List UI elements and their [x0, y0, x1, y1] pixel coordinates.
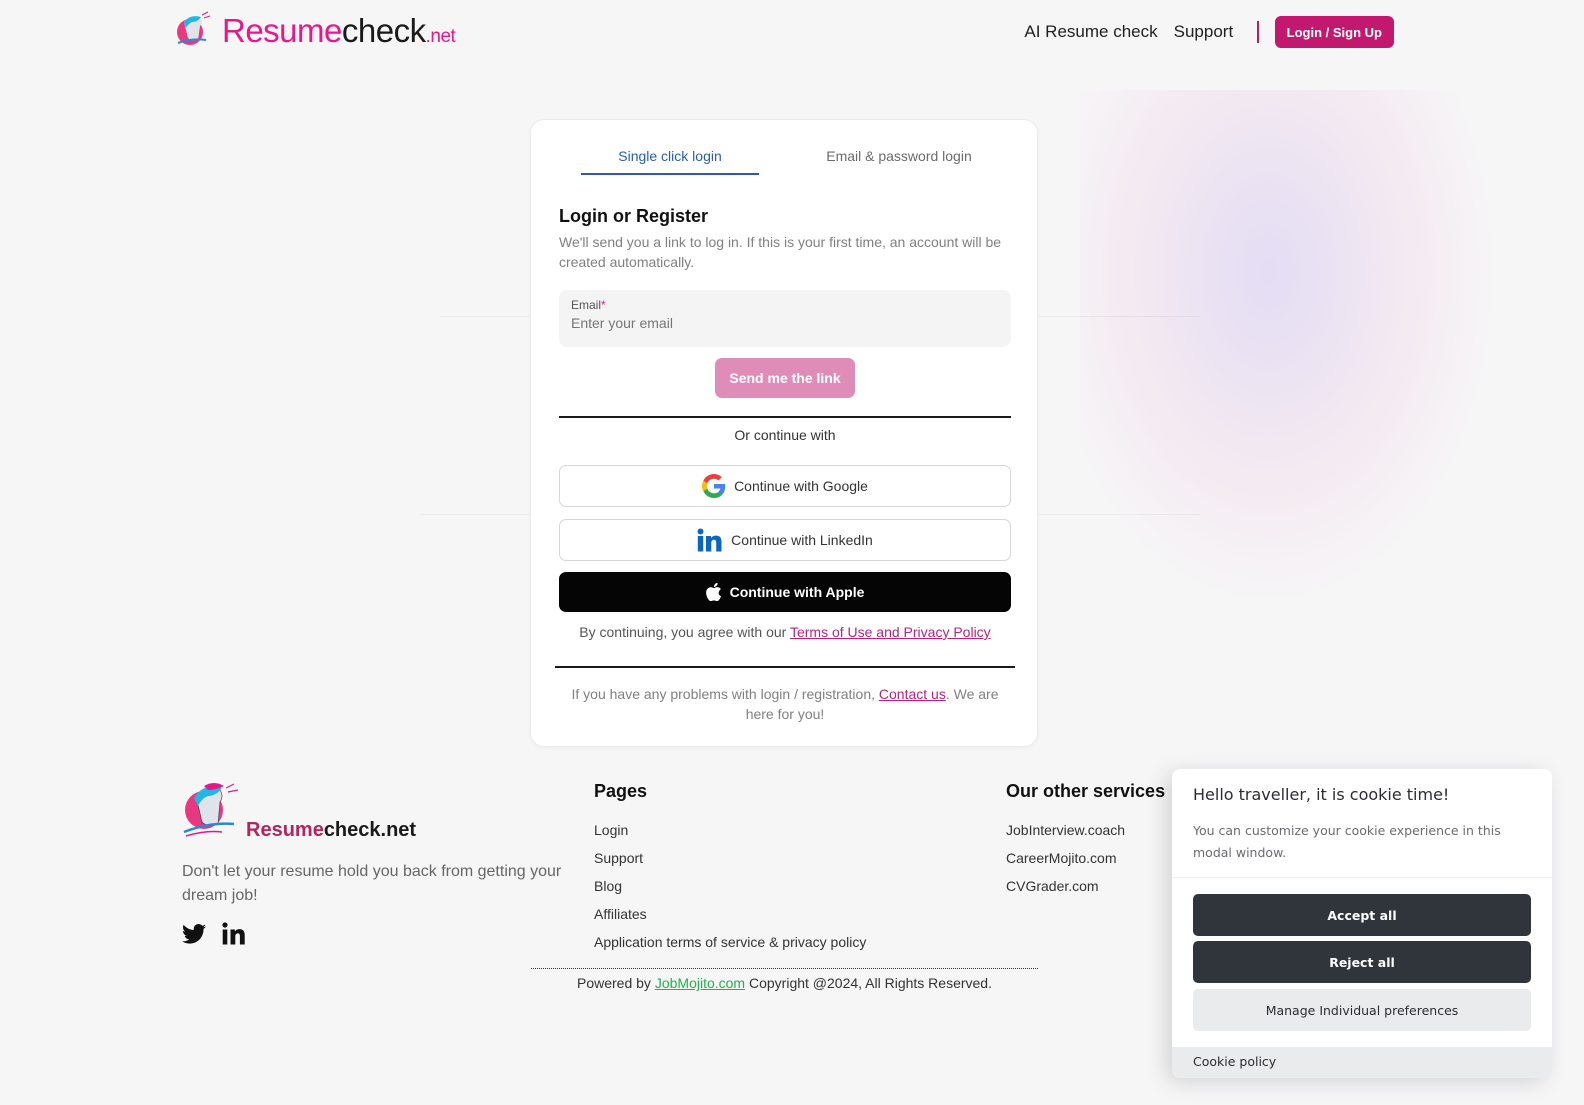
footer-link-login[interactable]: Login — [594, 822, 866, 838]
copyright: Powered by JobMojito.com Copyright @2024… — [577, 975, 992, 991]
card-intro: We'll send you a link to log in. If this… — [559, 234, 1002, 270]
google-login-button[interactable]: Continue with Google — [559, 465, 1011, 507]
required-mark: * — [601, 298, 606, 312]
divider — [555, 666, 1015, 668]
background-gradient — [1080, 90, 1500, 610]
logo-avatar-icon — [177, 11, 211, 45]
footer-services-title: Our other services — [1006, 781, 1166, 801]
tab-single-click-login[interactable]: Single click login — [581, 148, 759, 175]
email-input[interactable] — [571, 315, 999, 331]
site-header: Resumecheck.net AI Resume check Support … — [0, 0, 1584, 64]
footer-brand: Resumecheck.net Don't let your resume ho… — [182, 780, 562, 946]
twitter-icon[interactable] — [182, 924, 206, 944]
divider — [559, 416, 1011, 418]
footer-link-support[interactable]: Support — [594, 850, 866, 866]
nav-ai-resume-check[interactable]: AI Resume check — [1024, 22, 1157, 42]
footer-pages: Pages Login Support Blog Affiliates Appl… — [594, 781, 866, 962]
cookie-policy-link[interactable]: Cookie policy — [1172, 1047, 1552, 1078]
email-field: Email* — [559, 290, 1011, 347]
cookie-title: Hello traveller, it is cookie time! — [1193, 785, 1450, 804]
contact-us-link[interactable]: Contact us — [879, 686, 946, 702]
footer-logo-avatar-icon — [183, 783, 239, 837]
linkedin-login-button[interactable]: Continue with LinkedIn — [559, 519, 1011, 561]
email-label: Email* — [571, 298, 606, 312]
nav-support[interactable]: Support — [1174, 22, 1234, 42]
send-link-button[interactable]: Send me the link — [715, 358, 855, 398]
footer-services: Our other services JobInterview.coach Ca… — [1006, 781, 1165, 906]
login-card: Single click login Email & password logi… — [530, 119, 1038, 747]
footer-link-blog[interactable]: Blog — [594, 878, 866, 894]
nav-separator — [1257, 21, 1259, 43]
manage-preferences-button[interactable]: Manage Individual preferences — [1193, 989, 1531, 1031]
cookie-description: You can customize your cookie experience… — [1193, 823, 1501, 860]
footer-link-terms[interactable]: Application terms of service & privacy p… — [594, 934, 866, 950]
jobmojito-link[interactable]: JobMojito.com — [655, 975, 745, 991]
site-logo[interactable]: Resumecheck.net — [174, 10, 456, 50]
footer-logo[interactable]: Resumecheck.net — [182, 780, 562, 842]
terms-notice: By continuing, you agree with our Terms … — [579, 624, 991, 640]
card-title: Login or Register — [559, 206, 709, 226]
cookie-divider — [1172, 877, 1552, 878]
google-label: Continue with Google — [734, 478, 868, 494]
google-icon — [702, 474, 726, 498]
reject-all-button[interactable]: Reject all — [1193, 941, 1531, 983]
footer-divider — [531, 968, 1038, 969]
login-signup-button[interactable]: Login / Sign Up — [1274, 16, 1394, 48]
support-notice: If you have any problems with login / re… — [571, 686, 999, 722]
footer-logo-text: Resumecheck.net — [246, 819, 417, 841]
logo-text: Resumecheck.net — [222, 11, 456, 49]
login-tabs: Single click login Email & password logi… — [581, 148, 1001, 176]
apple-icon — [705, 583, 721, 601]
cookie-consent-modal: Hello traveller, it is cookie time! You … — [1172, 769, 1552, 1078]
footer-link-careermojito[interactable]: CareerMojito.com — [1006, 850, 1165, 866]
accept-all-button[interactable]: Accept all — [1193, 894, 1531, 936]
apple-login-button[interactable]: Continue with Apple — [559, 572, 1011, 612]
footer-link-jobinterview[interactable]: JobInterview.coach — [1006, 822, 1165, 838]
apple-label: Continue with Apple — [729, 584, 865, 600]
footer-tagline: Don't let your resume hold you back from… — [182, 863, 562, 904]
main-nav: AI Resume check Support Login / Sign Up — [1008, 16, 1394, 48]
linkedin-footer-icon[interactable] — [222, 922, 246, 946]
linkedin-icon — [697, 528, 722, 552]
footer-pages-title: Pages — [594, 781, 648, 801]
footer-link-cvgrader[interactable]: CVGrader.com — [1006, 878, 1165, 894]
footer-link-affiliates[interactable]: Affiliates — [594, 906, 866, 922]
terms-link[interactable]: Terms of Use and Privacy Policy — [790, 624, 991, 640]
linkedin-label: Continue with LinkedIn — [731, 532, 873, 548]
tab-email-password-login[interactable]: Email & password login — [799, 148, 999, 175]
footer-social-links — [182, 922, 562, 946]
or-continue-with: Or continue with — [734, 427, 836, 443]
